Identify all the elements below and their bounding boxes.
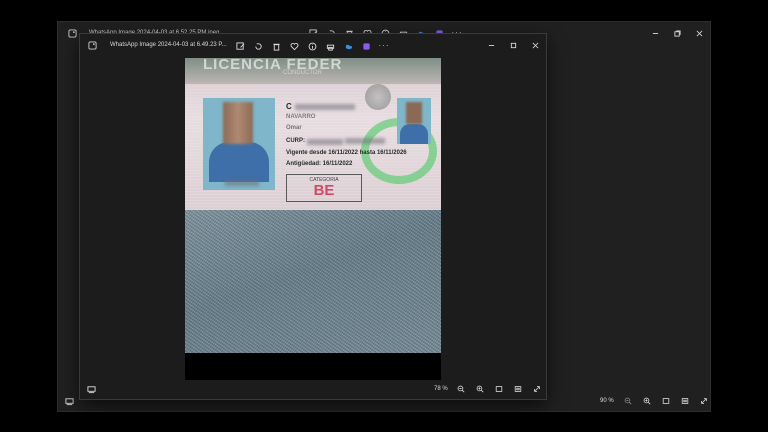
delete-icon[interactable] — [270, 40, 282, 52]
card-surname: NAVARRO — [286, 114, 316, 120]
zoom-in-icon[interactable] — [474, 383, 486, 395]
onedrive-icon[interactable] — [342, 40, 354, 52]
clipchamp-icon[interactable] — [360, 40, 372, 52]
card-seniority: Antigüedad: 16/11/2022 — [286, 161, 353, 167]
actual-size-icon[interactable] — [660, 395, 672, 407]
redacted-text — [345, 138, 385, 144]
info-icon[interactable] — [306, 40, 318, 52]
redacted-text — [307, 139, 343, 145]
zoom-out-icon[interactable] — [455, 383, 467, 395]
actual-size-icon[interactable] — [493, 383, 505, 395]
fit-icon[interactable] — [679, 395, 691, 407]
back-zoom-level: 90 % — [600, 398, 614, 404]
card-seal — [365, 84, 391, 110]
category-value: BE — [313, 182, 335, 199]
front-statusbar: 78 % — [80, 379, 546, 399]
front-window-controls — [480, 34, 546, 56]
fullscreen-icon[interactable] — [531, 383, 543, 395]
mini-portrait — [397, 98, 431, 144]
edit-icon[interactable] — [234, 40, 246, 52]
front-photo-window[interactable]: WhatsApp Image 2024-04-03 at 6.49.23 P..… — [80, 34, 546, 399]
front-zoom-level: 78 % — [434, 386, 448, 392]
license-card: LICENCIA FEDER CONDUCTOR C NAVARRO Omar … — [185, 58, 441, 210]
photos-app-icon — [84, 37, 100, 53]
category-box: CATEGORIA BE — [286, 174, 362, 202]
redacted-text — [295, 104, 355, 110]
minimize-icon[interactable] — [480, 34, 502, 56]
more-icon[interactable]: ··· — [378, 40, 390, 52]
minimize-icon[interactable] — [644, 22, 666, 44]
redacted-text — [225, 180, 259, 186]
zoom-out-icon[interactable] — [622, 395, 634, 407]
restore-icon[interactable] — [666, 22, 688, 44]
card-subtitle: CONDUCTOR — [283, 70, 322, 76]
filmstrip-icon[interactable] — [85, 383, 97, 395]
back-status-tools — [622, 395, 710, 407]
portrait-photo — [203, 98, 275, 190]
photo-canvas[interactable]: LICENCIA FEDER CONDUCTOR C NAVARRO Omar … — [185, 58, 441, 380]
card-validity: Vigente desde 16/11/2022 hasta 16/11/202… — [286, 150, 407, 156]
card-name-line1: C — [286, 102, 292, 111]
print-icon[interactable] — [324, 40, 336, 52]
front-titlebar[interactable]: WhatsApp Image 2024-04-03 at 6.49.23 P..… — [80, 34, 546, 56]
favorite-icon[interactable] — [288, 40, 300, 52]
card-curp-label: CURP: — [286, 138, 305, 144]
front-window-title: WhatsApp Image 2024-04-03 at 6.49.23 P..… — [110, 42, 227, 48]
fit-icon[interactable] — [512, 383, 524, 395]
front-status-tools — [455, 383, 543, 395]
maximize-icon[interactable] — [502, 34, 524, 56]
photos-app-icon — [64, 25, 80, 41]
filmstrip-icon[interactable] — [63, 395, 75, 407]
close-icon[interactable] — [524, 34, 546, 56]
fullscreen-icon[interactable] — [698, 395, 710, 407]
back-window-controls — [644, 22, 710, 44]
rotate-icon[interactable] — [252, 40, 264, 52]
close-icon[interactable] — [688, 22, 710, 44]
denim-background — [185, 206, 441, 353]
zoom-in-icon[interactable] — [641, 395, 653, 407]
front-toolbar: ··· — [234, 40, 390, 52]
card-third-line: Omar — [286, 125, 302, 131]
